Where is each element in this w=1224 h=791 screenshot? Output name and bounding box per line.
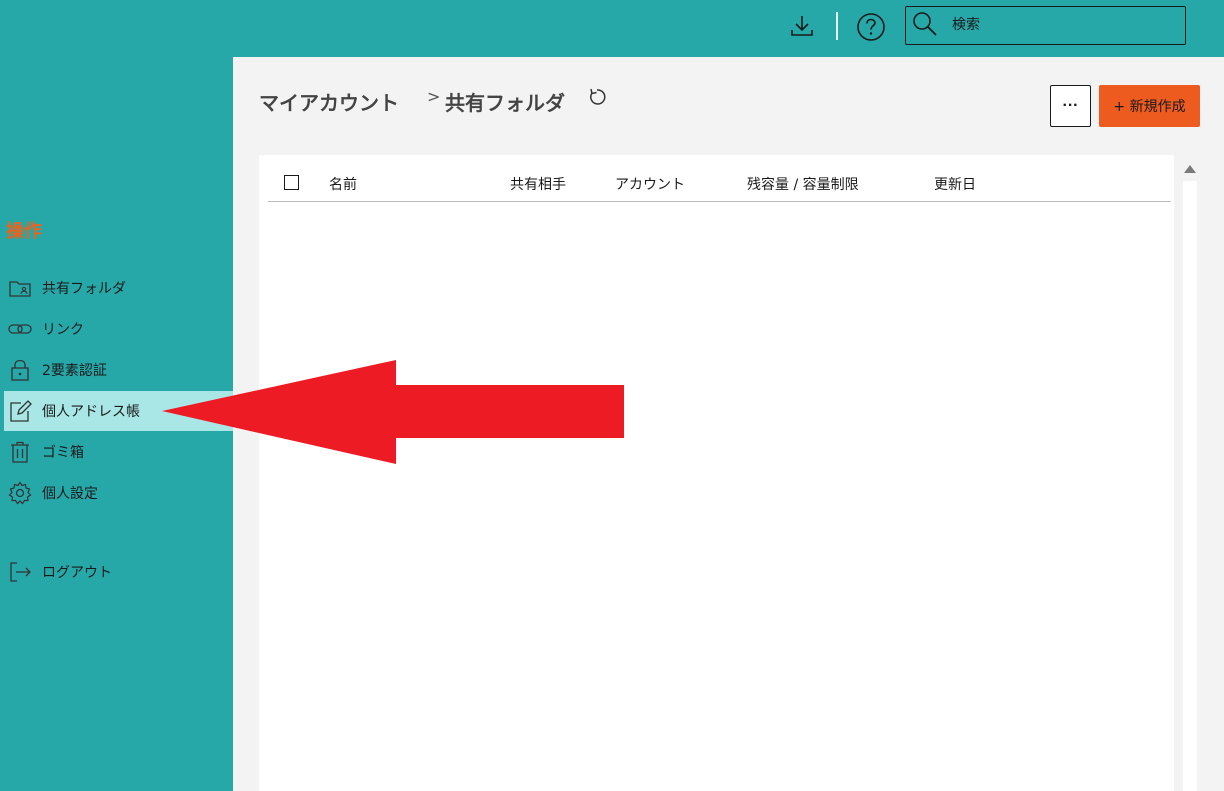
sidebar-item-logout[interactable]: ログアウト xyxy=(4,552,233,592)
table-header-row: 名前 共有相手 アカウント 残容量 / 容量制限 更新日 xyxy=(268,155,1171,202)
sidebar-item-label: 共有フォルダ xyxy=(42,281,126,297)
annotation-arrow-icon xyxy=(162,360,624,464)
edit-icon xyxy=(7,398,33,424)
refresh-icon[interactable] xyxy=(586,86,608,108)
new-create-button[interactable]: + 新規作成 xyxy=(1099,85,1200,127)
help-icon[interactable] xyxy=(856,12,886,42)
logout-icon xyxy=(7,559,33,585)
sidebar-item-label: 個人アドレス帳 xyxy=(42,404,140,420)
search-box[interactable] xyxy=(905,6,1186,45)
column-header-capacity[interactable]: 残容量 / 容量制限 xyxy=(747,174,859,194)
column-header-name[interactable]: 名前 xyxy=(329,174,357,194)
sidebar-item-shared-folder[interactable]: 共有フォルダ xyxy=(4,268,233,308)
more-options-button[interactable]: ··· xyxy=(1050,85,1091,127)
select-all-checkbox[interactable] xyxy=(284,175,299,190)
search-icon[interactable] xyxy=(912,11,938,37)
topbar-divider xyxy=(836,12,838,40)
trash-icon xyxy=(7,439,33,465)
column-header-account[interactable]: アカウント xyxy=(615,174,685,194)
breadcrumb-separator: > xyxy=(427,87,441,106)
scroll-track[interactable] xyxy=(1183,181,1197,791)
sidebar-item-label: 個人設定 xyxy=(42,486,98,502)
gear-icon xyxy=(7,480,33,506)
scrollbar[interactable] xyxy=(1181,157,1199,791)
column-header-updated[interactable]: 更新日 xyxy=(934,174,976,194)
breadcrumb-root[interactable]: マイアカウント xyxy=(259,87,399,116)
sidebar-item-label: リンク xyxy=(42,322,84,338)
search-input[interactable] xyxy=(952,14,1172,36)
sidebar-item-link[interactable]: リンク xyxy=(4,309,233,349)
download-icon[interactable] xyxy=(788,12,816,40)
shared-folder-icon xyxy=(7,275,33,301)
sidebar-item-label: ログアウト xyxy=(42,565,112,581)
sidebar-section-title: 操作 xyxy=(6,221,42,242)
top-bar xyxy=(0,0,1224,57)
link-icon xyxy=(7,316,33,342)
lock-icon xyxy=(7,357,33,383)
sidebar-item-label: 2要素認証 xyxy=(42,363,107,379)
breadcrumb-current: 共有フォルダ xyxy=(445,91,565,115)
column-header-shared-with[interactable]: 共有相手 xyxy=(510,174,566,194)
scroll-up-icon[interactable] xyxy=(1184,165,1196,173)
file-table: 名前 共有相手 アカウント 残容量 / 容量制限 更新日 xyxy=(259,155,1174,791)
sidebar-item-label: ゴミ箱 xyxy=(42,445,84,461)
sidebar-item-settings[interactable]: 個人設定 xyxy=(4,473,233,513)
